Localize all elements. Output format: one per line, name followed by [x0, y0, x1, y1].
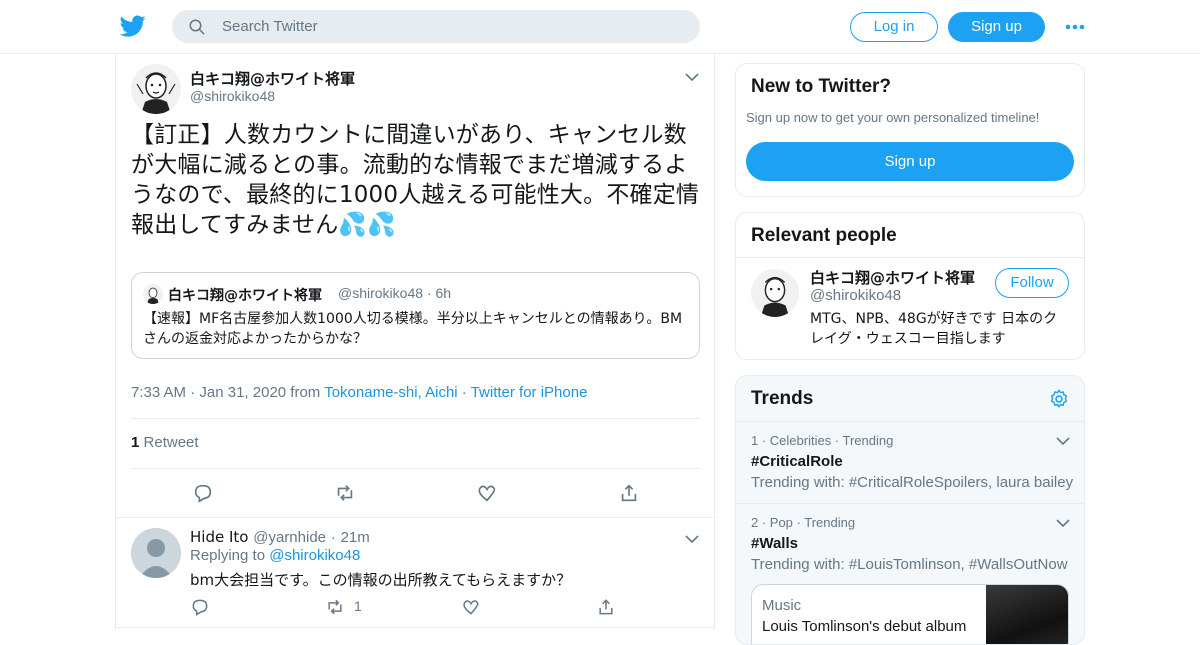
- top-bar: Log in Sign up: [0, 0, 1200, 54]
- quoted-author-name: 白キコ翔@ホワイト将軍: [168, 288, 322, 304]
- news-thumbnail: [986, 585, 1068, 644]
- trends-card: Trends 1 · Celebrities · Trending #Criti…: [735, 375, 1085, 645]
- share-icon[interactable]: [596, 597, 616, 617]
- search-input[interactable]: [222, 10, 682, 43]
- divider: [116, 627, 714, 628]
- quoted-tweet-text: 【速報】MF名古屋参加人数1000人切る模様。半分以上キャンセルとの情報あり。B…: [143, 311, 683, 347]
- trend-related: Trending with: #LouisTomlinson, #WallsOu…: [751, 556, 1068, 573]
- tweet-client-link[interactable]: Twitter for iPhone: [471, 384, 588, 401]
- chevron-down-icon[interactable]: [1056, 436, 1070, 446]
- quoted-author-avatar: [143, 284, 163, 304]
- relevant-person-handle[interactable]: @shirokiko48: [810, 287, 901, 304]
- trend-name[interactable]: #CriticalRole: [751, 453, 843, 470]
- trends-title: Trends: [751, 388, 814, 409]
- chevron-down-icon[interactable]: [685, 534, 699, 544]
- news-headline: Louis Tomlinson's debut album: [762, 618, 967, 635]
- replying-to: Replying to @shirokiko48: [190, 547, 360, 564]
- new-to-twitter-title: New to Twitter?: [751, 76, 892, 97]
- news-category: Music: [762, 597, 802, 614]
- chevron-down-icon[interactable]: [685, 72, 699, 82]
- settings-gear-icon[interactable]: [1048, 388, 1070, 410]
- reply-author-avatar[interactable]: [131, 528, 181, 578]
- trend-name[interactable]: #Walls: [751, 535, 798, 552]
- sidebar-signup-button[interactable]: Sign up: [746, 142, 1074, 181]
- relevant-person-name[interactable]: 白キコ翔@ホワイト将軍: [810, 267, 975, 288]
- relevant-person-bio: MTG、NPB、48Gが好きです 日本のクレイグ・ウェスコー目指します: [810, 311, 1058, 347]
- reply-author-name[interactable]: Hide Ito: [190, 528, 248, 546]
- quoted-author-handle-time: @shirokiko48 · 6h: [338, 285, 452, 301]
- reply-icon[interactable]: [190, 597, 210, 617]
- login-button[interactable]: Log in: [850, 12, 938, 42]
- divider: [736, 421, 1084, 422]
- reply-author[interactable]: Hide Ito @yarnhide · 21m: [190, 528, 370, 546]
- chevron-down-icon[interactable]: [1056, 518, 1070, 528]
- retweet-stats[interactable]: 1 Retweet: [131, 434, 199, 451]
- divider: [736, 257, 1084, 258]
- reply-author-handle[interactable]: @yarnhide: [253, 529, 326, 546]
- separator: ·: [461, 384, 467, 401]
- new-to-twitter-subtitle: Sign up now to get your own personalized…: [746, 110, 1040, 125]
- divider: [131, 418, 700, 419]
- more-options-icon[interactable]: [1062, 14, 1088, 40]
- tweet-text: 【訂正】人数カウントに間違いがあり、キャンセル数が大幅に減るとの事。流動的な情報…: [131, 122, 700, 238]
- replying-to-link[interactable]: @shirokiko48: [269, 547, 360, 564]
- retweet-icon[interactable]: [325, 597, 345, 617]
- trend-meta: 1 · Celebrities · Trending: [751, 433, 894, 448]
- like-icon[interactable]: [461, 597, 481, 617]
- tweet-author-handle[interactable]: @shirokiko48: [190, 88, 275, 104]
- signup-button[interactable]: Sign up: [948, 12, 1045, 42]
- share-icon[interactable]: [618, 482, 640, 504]
- divider: [131, 468, 700, 469]
- search-icon: [189, 19, 205, 35]
- relevant-person-avatar[interactable]: [751, 269, 799, 317]
- retweet-label: Retweet: [143, 434, 199, 451]
- trend-meta: 2 · Pop · Trending: [751, 515, 856, 530]
- reply-text: bm大会担当です。この情報の出所教えてもらえますか？: [190, 571, 572, 589]
- reply-icon[interactable]: [192, 482, 214, 504]
- trend-related: Trending with: #CriticalRoleSpoilers, la…: [751, 474, 1074, 491]
- tweet-author-name[interactable]: 白キコ翔@ホワイト将軍: [190, 68, 355, 89]
- divider: [736, 503, 1084, 504]
- news-card[interactable]: Music Louis Tomlinson's debut album: [751, 584, 1069, 644]
- tweet-metadata: 7:33 AM · Jan 31, 2020 from Tokoname-shi…: [131, 384, 587, 401]
- separator: ·: [190, 384, 196, 401]
- tweet-column: 白キコ翔@ホワイト将軍 @shirokiko48 【訂正】人数カウントに間違いが…: [115, 54, 715, 630]
- search-bar[interactable]: [172, 10, 700, 43]
- tweet-time: 7:33 AM: [131, 384, 187, 401]
- relevant-people-card: Relevant people 白キコ翔@ホワイト将軍 @shirokiko48…: [735, 212, 1085, 360]
- separator: ·: [330, 529, 336, 546]
- tweet-location-link[interactable]: Tokoname-shi, Aichi: [324, 384, 457, 401]
- tweet-date: Jan 31, 2020 from: [199, 384, 321, 401]
- tweet-author-avatar[interactable]: [131, 64, 181, 114]
- new-to-twitter-card: New to Twitter? Sign up now to get your …: [735, 63, 1085, 197]
- like-icon[interactable]: [476, 482, 498, 504]
- quoted-tweet[interactable]: 白キコ翔@ホワイト将軍 @shirokiko48 · 6h 【速報】MF名古屋参…: [131, 272, 700, 359]
- retweet-count: 1: [131, 434, 140, 451]
- retweet-icon[interactable]: [334, 482, 356, 504]
- replying-to-label: Replying to: [190, 547, 266, 564]
- follow-button[interactable]: Follow: [995, 268, 1069, 298]
- relevant-people-title: Relevant people: [751, 225, 897, 246]
- divider: [116, 517, 714, 518]
- reply-retweet-count: 1: [354, 598, 362, 614]
- twitter-logo-icon[interactable]: [120, 13, 146, 39]
- reply-time: 21m: [340, 529, 370, 546]
